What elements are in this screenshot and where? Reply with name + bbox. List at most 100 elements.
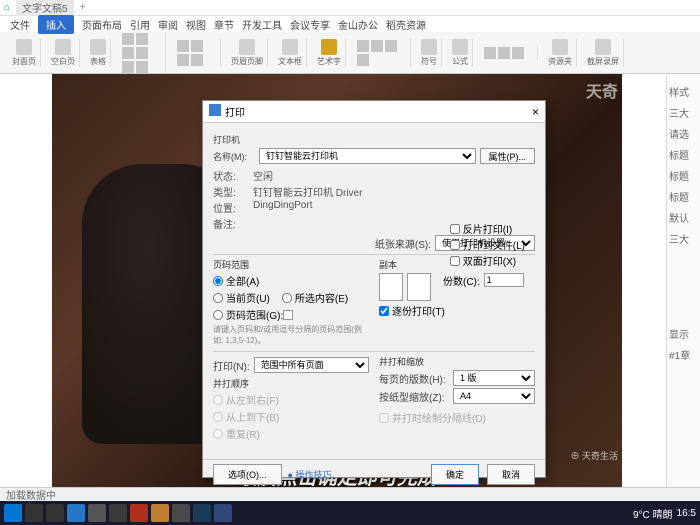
cancel-button[interactable]: 取消 (487, 464, 535, 485)
printer-section-label: 打印机 (213, 133, 535, 146)
panel-item[interactable]: 标题 (669, 189, 698, 204)
pps-select[interactable]: 1 版 (453, 370, 535, 386)
collate-checkbox[interactable] (379, 306, 389, 316)
app-icon[interactable] (214, 504, 232, 522)
panel-item[interactable]: 标题 (669, 147, 698, 162)
tofile-checkbox[interactable] (450, 240, 460, 250)
app-icon[interactable] (151, 504, 169, 522)
printwhat-select[interactable]: 范围中所有页面 (254, 357, 369, 373)
tab-dev[interactable]: 开发工具 (242, 17, 282, 32)
panel-item[interactable]: 标题 (669, 168, 698, 183)
panel-item: #1章 (669, 347, 698, 362)
eq-icon[interactable] (452, 39, 468, 55)
shape-icon[interactable] (136, 33, 148, 45)
panel-item: 请选 (669, 126, 698, 141)
tab-view[interactable]: 视图 (186, 17, 206, 32)
tab-page[interactable]: 页面布局 (82, 17, 122, 32)
tab-review[interactable]: 审阅 (158, 17, 178, 32)
where-label: 位置: (213, 200, 253, 215)
link-icon[interactable] (484, 47, 496, 59)
panel-item[interactable]: 三大 (669, 105, 698, 120)
duplex-checkbox[interactable] (450, 256, 460, 266)
tab-insert[interactable]: 插入 (38, 15, 74, 34)
tab-wps[interactable]: 金山办公 (338, 17, 378, 32)
blank-icon[interactable] (55, 39, 71, 55)
start-button[interactable] (4, 504, 22, 522)
pages-radio[interactable] (213, 310, 223, 320)
field-icon[interactable] (385, 40, 397, 52)
panel-label: 样式 (669, 84, 698, 99)
properties-button[interactable]: 属性(P)... (480, 148, 536, 164)
all-radio[interactable] (213, 276, 223, 286)
brand-logo: ⊕ 天奇生活 (570, 449, 618, 462)
home-icon[interactable]: ⌂ (4, 2, 10, 13)
table-icon[interactable] (90, 39, 106, 55)
pages-input[interactable] (283, 310, 293, 320)
text-icon[interactable] (282, 39, 298, 55)
status-label: 状态: (213, 168, 253, 183)
date-icon[interactable] (357, 40, 369, 52)
current-radio[interactable] (213, 293, 223, 303)
xref-icon[interactable] (512, 47, 524, 59)
header-icon[interactable] (239, 39, 255, 55)
slice-icon[interactable] (595, 39, 611, 55)
edge-icon[interactable] (67, 504, 85, 522)
tab-special[interactable]: 稻壳资源 (386, 17, 426, 32)
add-tab-icon[interactable]: + (80, 2, 86, 13)
where-value: DingDingPort (253, 200, 312, 215)
flow-icon[interactable] (191, 40, 203, 52)
tab-meeting[interactable]: 会议专享 (290, 17, 330, 32)
scale-select[interactable]: A4 (453, 388, 535, 404)
smart-icon[interactable] (122, 61, 134, 73)
weather-widget[interactable]: 9°C 晴朗 (633, 506, 673, 521)
obj-icon[interactable] (357, 54, 369, 66)
print-dialog: 打印 × 打印机 名称(M): 钉钉智能云打印机 属性(P)... 状态:空闲 … (202, 100, 546, 478)
more-icon[interactable] (136, 61, 148, 73)
app-icon[interactable] (172, 504, 190, 522)
ps-icon[interactable] (193, 504, 211, 522)
clock[interactable]: 16:5 (677, 508, 696, 519)
close-icon[interactable]: × (532, 105, 539, 119)
pic-icon[interactable] (122, 33, 134, 45)
chart-icon[interactable] (136, 47, 148, 59)
tab-section[interactable]: 章节 (214, 17, 234, 32)
ok-button[interactable]: 确定 (431, 464, 479, 485)
order-lr-radio (213, 395, 223, 405)
pages-hint: 请键入页码和/或用逗号分隔的页码范围(例如: 1,3,5-12)。 (213, 324, 369, 346)
panel-item[interactable]: 三大 (669, 231, 698, 246)
icon-icon[interactable] (122, 47, 134, 59)
search-icon[interactable] (25, 504, 43, 522)
options-button[interactable]: 选项(O)... (213, 464, 282, 485)
selection-radio[interactable] (282, 293, 292, 303)
mind-icon[interactable] (177, 54, 189, 66)
document-tab[interactable]: 文字文稿5 (16, 0, 74, 16)
app-icon[interactable] (109, 504, 127, 522)
status-value: 空闲 (253, 168, 273, 183)
copies-spinner[interactable] (484, 273, 524, 287)
bm-icon[interactable] (498, 47, 510, 59)
att-icon[interactable] (371, 40, 383, 52)
more2-icon[interactable] (191, 54, 203, 66)
print-dialog-icon (209, 104, 221, 116)
printer-name-select[interactable]: 钉钉智能云打印机 (259, 148, 476, 164)
comment-label: 备注: (213, 216, 253, 231)
app-icon[interactable] (88, 504, 106, 522)
tab-ref[interactable]: 引用 (130, 17, 150, 32)
cover-icon[interactable] (16, 39, 32, 55)
panel-item[interactable]: 默认 (669, 210, 698, 225)
dl-icon[interactable] (552, 39, 568, 55)
art-icon[interactable] (321, 39, 337, 55)
title-bar: ⌂ 文字文稿5 + (0, 0, 700, 16)
order-label: 并打顺序 (213, 377, 369, 390)
taskview-icon[interactable] (46, 504, 64, 522)
watermark: 天奇 (586, 78, 618, 102)
order-tb-radio (213, 412, 223, 422)
tips-link[interactable]: ● 操作技巧 (288, 468, 332, 481)
range-section-label: 页码范围 (213, 258, 369, 271)
rel-icon[interactable] (177, 40, 189, 52)
symbol-icon[interactable] (421, 39, 437, 55)
tab-file[interactable]: 文件 (10, 17, 30, 32)
draw-border-checkbox (379, 413, 389, 423)
reverse-checkbox[interactable] (450, 224, 460, 234)
app-icon[interactable] (130, 504, 148, 522)
